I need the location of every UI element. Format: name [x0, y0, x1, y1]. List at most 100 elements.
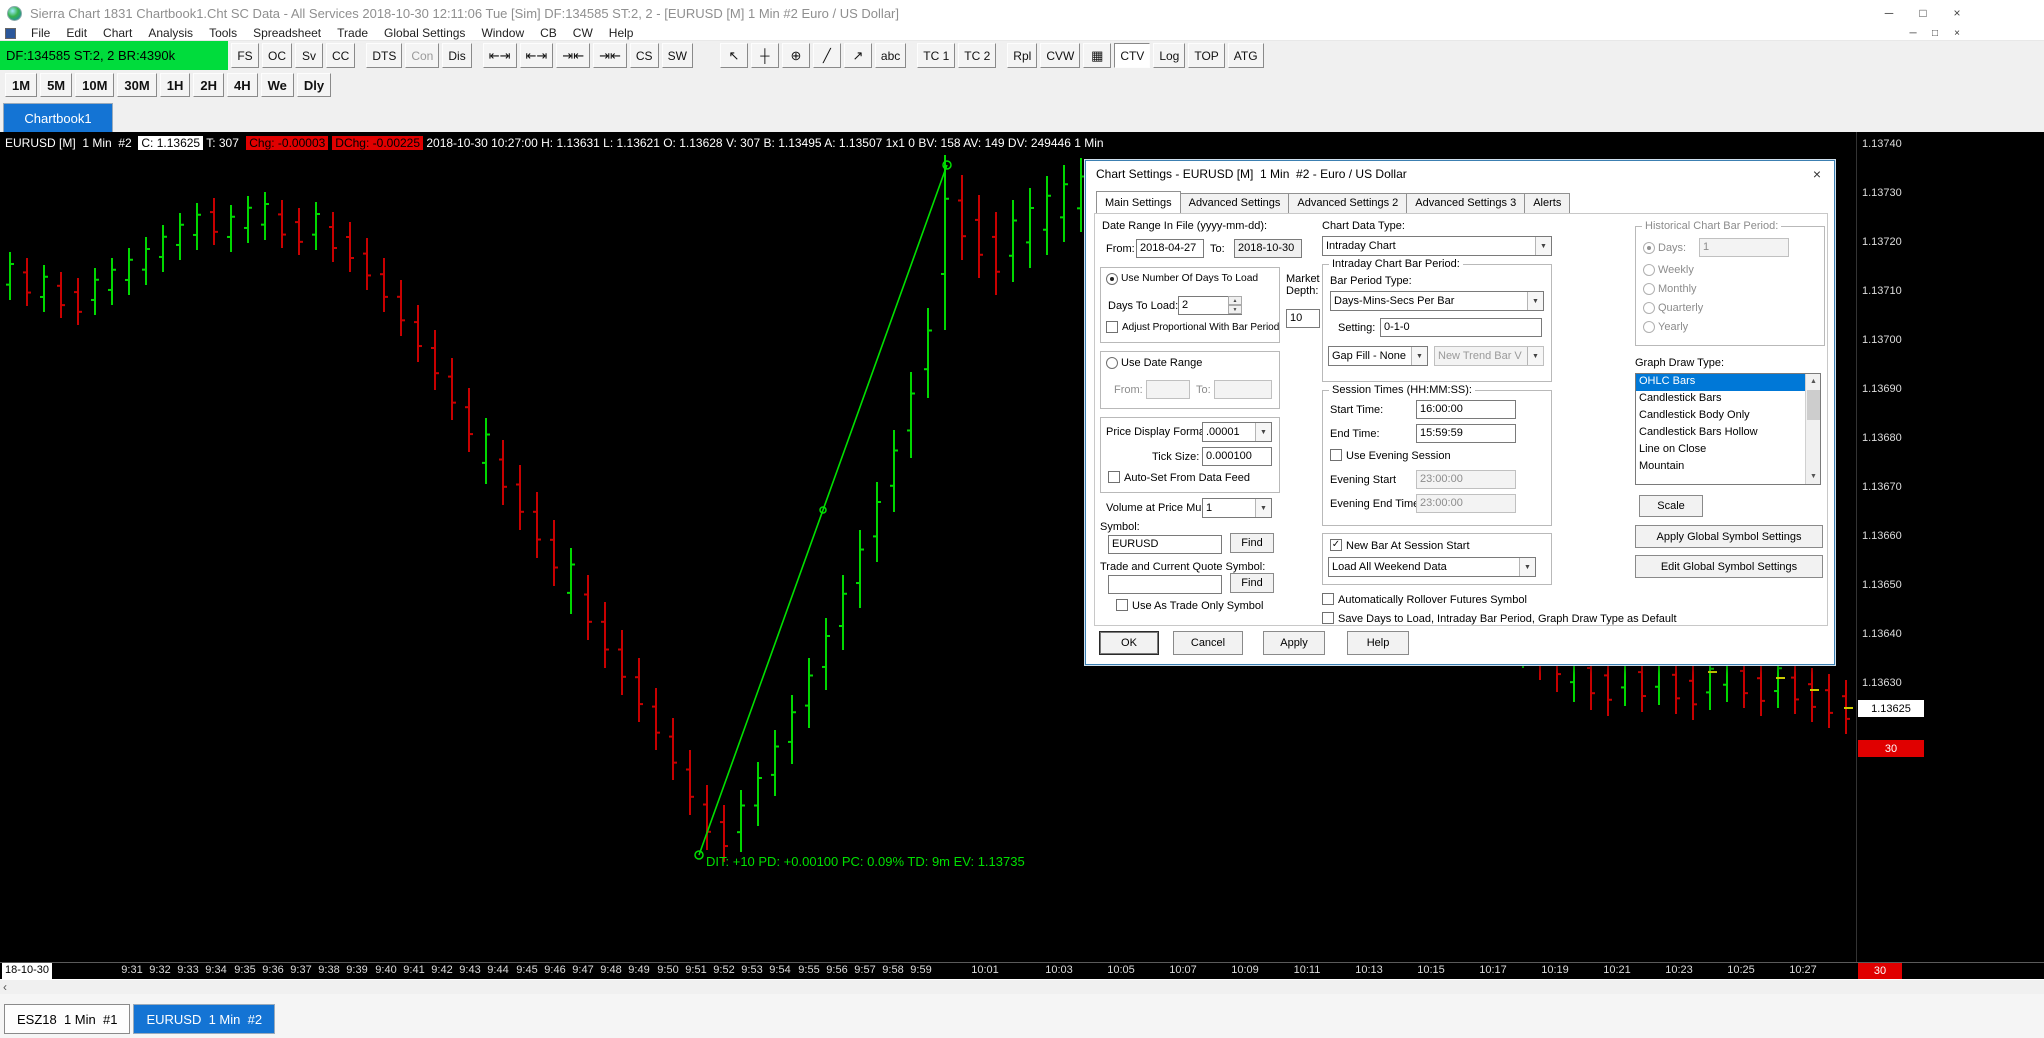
historical-yearly-radio[interactable] — [1643, 321, 1655, 333]
chart-window-icon[interactable] — [5, 27, 16, 39]
line-tool-icon[interactable]: ╱ — [812, 43, 841, 68]
adjust-proportional-checkbox[interactable] — [1106, 321, 1118, 333]
use-evening-session-checkbox[interactable] — [1330, 449, 1342, 461]
price-display-format-select[interactable]: .00001 ▼ — [1202, 422, 1272, 442]
menu-cw[interactable]: CW — [565, 26, 601, 40]
new-bar-session-checkbox[interactable]: ✓ — [1330, 539, 1342, 551]
cancel-button[interactable]: Cancel — [1173, 631, 1243, 655]
list-scrollbar[interactable]: ▲ ▼ — [1805, 374, 1820, 484]
scroll-left-icon[interactable]: ‹ — [3, 980, 7, 994]
menu-help[interactable]: Help — [601, 26, 642, 40]
tab-advanced-settings-3[interactable]: Advanced Settings 3 — [1407, 193, 1526, 214]
apply-button[interactable]: Apply — [1263, 631, 1325, 655]
dts-button[interactable]: DTS — [366, 43, 403, 68]
symbol-field[interactable]: EURUSD — [1108, 535, 1222, 554]
start-time-field[interactable]: 16:00:00 — [1416, 400, 1516, 419]
graph-draw-option[interactable]: Line on Close — [1636, 442, 1805, 459]
bar-spacing-increase-fill-icon[interactable]: ⇤⇥ — [519, 43, 554, 68]
menu-tools[interactable]: Tools — [201, 26, 245, 40]
timeframe-we[interactable]: We — [260, 73, 294, 97]
timeframe-1h[interactable]: 1H — [159, 73, 191, 97]
use-days-radio[interactable] — [1106, 273, 1118, 285]
menu-chart[interactable]: Chart — [95, 26, 140, 40]
timeframe-dly[interactable]: Dly — [296, 73, 332, 97]
tab-alerts[interactable]: Alerts — [1525, 193, 1571, 214]
tab-advanced-settings-2[interactable]: Advanced Settings 2 — [1289, 193, 1408, 214]
menu-cb[interactable]: CB — [532, 26, 565, 40]
days-spin-up-icon[interactable]: ▲ — [1228, 296, 1242, 305]
child-close-icon[interactable]: × — [1946, 26, 1968, 41]
tab-main-settings[interactable]: Main Settings — [1096, 191, 1181, 214]
dialog-close-icon[interactable]: × — [1808, 165, 1826, 183]
scale-button[interactable]: Scale — [1639, 495, 1703, 517]
full-screen-button[interactable]: FS — [231, 43, 259, 68]
chart-tab-esz18[interactable]: ESZ18 1 Min #1 — [4, 1004, 131, 1034]
minimize-icon[interactable]: ─ — [1872, 0, 1906, 26]
graph-draw-option[interactable]: Candlestick Body Only — [1636, 408, 1805, 425]
date-to-field[interactable]: 2018-10-30 — [1234, 239, 1302, 258]
bar-spacing-decrease-icon[interactable]: ⇥⇤ — [556, 43, 591, 68]
new-trend-bar-select[interactable]: New Trend Bar V ▼ — [1434, 346, 1544, 366]
timeframe-10m[interactable]: 10M — [75, 73, 115, 97]
graph-draw-option[interactable]: Mountain — [1636, 459, 1805, 476]
chart-values-window-button[interactable]: CVW — [1040, 43, 1081, 68]
tab-advanced-settings[interactable]: Advanced Settings — [1180, 193, 1290, 214]
graph-draw-option[interactable]: Candlestick Bars Hollow — [1636, 425, 1805, 442]
edit-global-symbol-settings-button[interactable]: Edit Global Symbol Settings — [1635, 555, 1823, 578]
evening-end-field[interactable]: 23:00:00 — [1416, 494, 1516, 513]
bar-spacing-decrease-fill-icon[interactable]: ⇥⇤ — [593, 43, 627, 68]
replay-button[interactable]: Rpl — [1007, 43, 1038, 68]
days-spin-down-icon[interactable]: ▼ — [1228, 305, 1242, 314]
bar-spacing-increase-icon[interactable]: ⇤⇥ — [482, 43, 517, 68]
ray-tool-icon[interactable]: ↗ — [843, 43, 872, 68]
save-button[interactable]: Sv — [295, 43, 323, 68]
maximize-icon[interactable]: □ — [1906, 0, 1940, 26]
child-restore-icon[interactable]: □ — [1924, 26, 1946, 41]
close-icon[interactable]: × — [1940, 0, 1974, 26]
quote-find-button[interactable]: Find — [1230, 573, 1274, 593]
connect-button[interactable]: Con — [405, 43, 440, 68]
open-chartbook-button[interactable]: OC — [262, 43, 292, 68]
menu-file[interactable]: File — [23, 26, 58, 40]
date-from-field[interactable]: 2018-04-27 — [1136, 239, 1204, 258]
pointer-tool-icon[interactable]: ↖ — [719, 43, 748, 68]
rollover-checkbox[interactable] — [1322, 593, 1334, 605]
graph-draw-type-list[interactable]: OHLC Bars Candlestick Bars Candlestick Bod… — [1635, 373, 1821, 485]
menu-spreadsheet[interactable]: Spreadsheet — [245, 26, 329, 40]
symbol-window-button[interactable]: SW — [661, 43, 693, 68]
chart-scrollbar[interactable]: ‹ — [0, 979, 2044, 994]
timeframe-1m[interactable]: 1M — [5, 73, 38, 97]
historical-days-field[interactable]: 1 — [1699, 238, 1789, 257]
evening-start-field[interactable]: 23:00:00 — [1416, 470, 1516, 489]
menu-edit[interactable]: Edit — [58, 26, 95, 40]
topmost-button[interactable]: TOP — [1188, 43, 1225, 68]
trade-quote-symbol-field[interactable] — [1108, 575, 1222, 594]
historical-days-radio[interactable] — [1643, 242, 1655, 254]
crosshair-pointer-tool-icon[interactable]: ⊕ — [781, 43, 810, 68]
menu-window[interactable]: Window — [473, 26, 532, 40]
timeframe-4h[interactable]: 4H — [226, 73, 258, 97]
chart-trade-values-button[interactable]: CTV — [1114, 43, 1151, 68]
historical-quarterly-radio[interactable] — [1643, 302, 1655, 314]
menu-trade[interactable]: Trade — [329, 26, 376, 40]
attached-orders-button[interactable]: ATG — [1227, 43, 1264, 68]
child-minimize-icon[interactable]: ─ — [1902, 26, 1924, 41]
gap-fill-select[interactable]: Gap Fill - None ▼ — [1328, 346, 1428, 366]
dialog-title-bar[interactable]: Chart Settings - EURUSD [M] 1 Min #2 - E… — [1086, 161, 1834, 187]
setting-field[interactable]: 0-1-0 — [1380, 318, 1542, 337]
range-to-field[interactable] — [1214, 380, 1272, 399]
trade-only-checkbox[interactable] — [1116, 599, 1128, 611]
graph-draw-option[interactable]: Candlestick Bars — [1636, 391, 1805, 408]
timeframe-5m[interactable]: 5M — [40, 73, 73, 97]
graph-draw-option[interactable]: OHLC Bars — [1636, 374, 1805, 391]
chartbook-tab[interactable]: Chartbook1 — [3, 103, 113, 132]
text-tool-button[interactable]: abc — [874, 43, 907, 68]
crosshair-tool-icon[interactable]: ┼ — [750, 43, 779, 68]
volume-at-price-mult-select[interactable]: 1 ▼ — [1202, 498, 1272, 518]
menu-global-settings[interactable]: Global Settings — [376, 26, 473, 40]
menu-analysis[interactable]: Analysis — [140, 26, 201, 40]
timeframe-2h[interactable]: 2H — [193, 73, 224, 97]
help-button[interactable]: Help — [1347, 631, 1409, 655]
trade-volume-window-icon[interactable]: ▦ — [1083, 43, 1112, 68]
chart-settings-button[interactable]: CS — [629, 43, 659, 68]
